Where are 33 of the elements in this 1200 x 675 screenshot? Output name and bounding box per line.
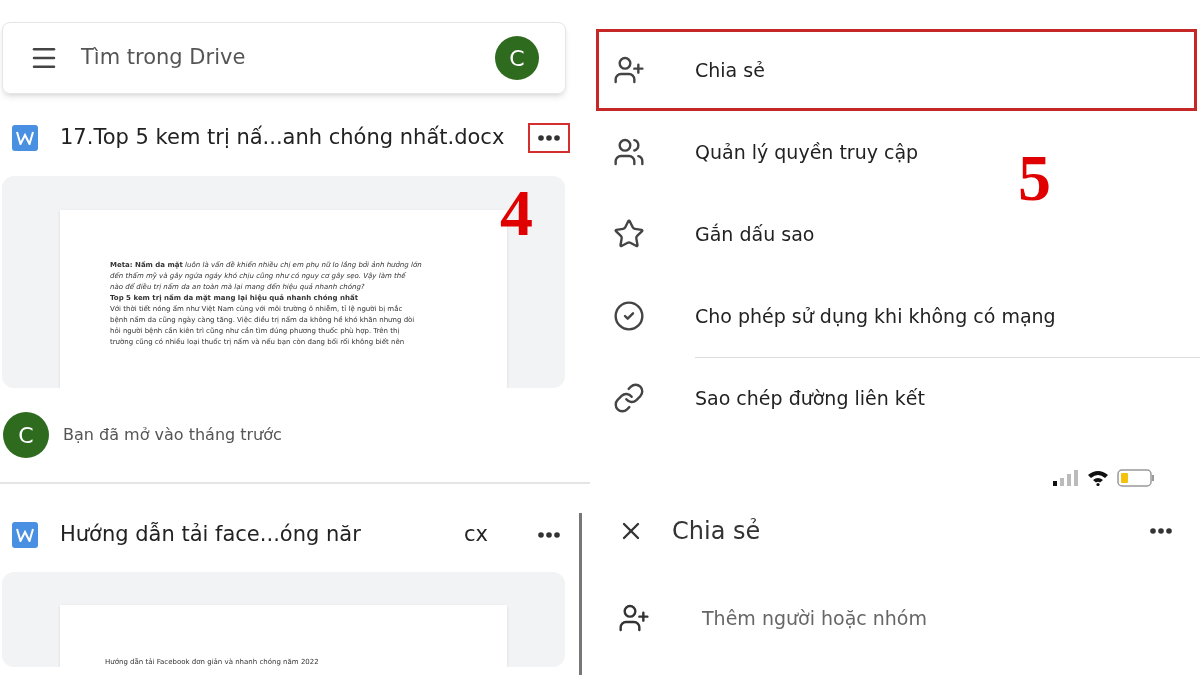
person-add-icon xyxy=(613,54,645,86)
file-preview[interactable] xyxy=(2,176,565,388)
user-avatar: C xyxy=(3,412,49,458)
step-number: 4 xyxy=(500,180,533,246)
person-add-icon xyxy=(618,602,650,634)
file-name-end: cx xyxy=(464,521,488,549)
menu-item[interactable]: Sao chép đường liên kết xyxy=(590,357,925,439)
add-people-field[interactable]: Thêm người hoặc nhóm xyxy=(590,585,1200,651)
activity-text: Bạn đã mở vào tháng trước xyxy=(63,424,282,446)
account-avatar[interactable]: C xyxy=(495,36,539,80)
search-placeholder: Tìm trong Drive xyxy=(81,44,247,72)
menu-item[interactable]: Gắn dấu sao xyxy=(590,193,815,275)
step-number: 5 xyxy=(1018,145,1051,211)
word-file-icon xyxy=(12,125,38,151)
star-icon xyxy=(613,218,645,250)
menu-item[interactable]: Cho phép sử dụng khi không có mạng xyxy=(590,275,1056,357)
menu-item[interactable]: Quản lý quyền truy cập xyxy=(590,111,919,193)
menu-item[interactable]: Chia sẻ xyxy=(596,29,1197,111)
check-circle-icon xyxy=(613,300,645,332)
file-name[interactable]: Hướng dẫn tải face...óng năr xyxy=(60,519,361,551)
more-button[interactable] xyxy=(528,123,570,153)
search-bar[interactable]: Tìm trong Drive C xyxy=(2,22,566,94)
dialog-title: Chia sẻ xyxy=(672,516,762,547)
more-icon[interactable] xyxy=(1150,528,1172,534)
file-name[interactable]: 17.Top 5 kem trị nấ...anh chóng nhất.docx xyxy=(60,122,505,154)
more-icon xyxy=(538,135,560,141)
wifi-icon xyxy=(1087,470,1109,486)
word-file-icon xyxy=(12,522,38,548)
signal-icon xyxy=(1053,470,1079,486)
link-icon xyxy=(613,382,645,414)
more-icon xyxy=(538,532,560,538)
people-icon xyxy=(613,136,645,168)
battery-icon xyxy=(1117,469,1155,487)
